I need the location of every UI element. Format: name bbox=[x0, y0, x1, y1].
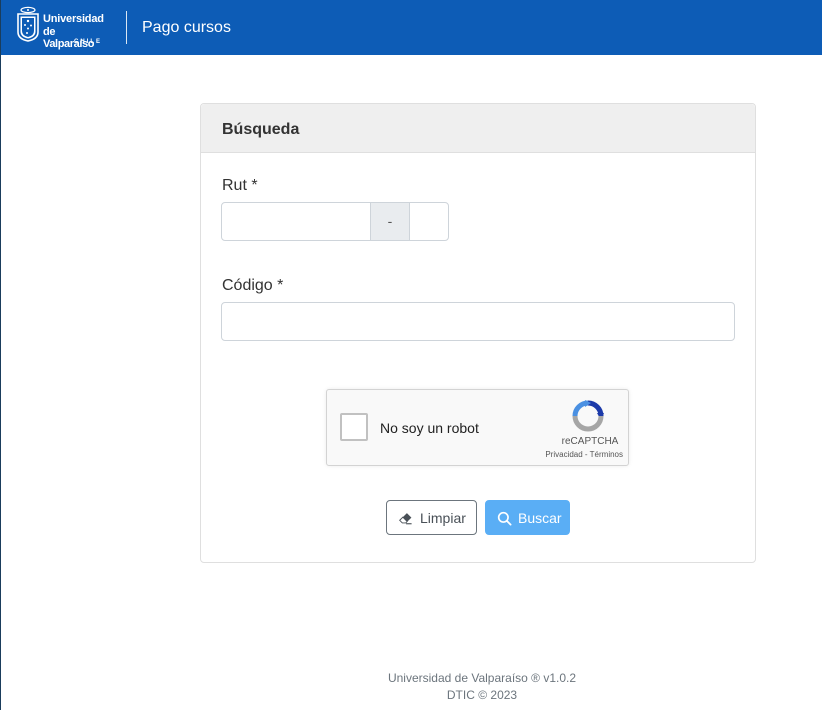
codigo-input[interactable] bbox=[221, 302, 735, 341]
recaptcha-label: No soy un robot bbox=[380, 420, 479, 436]
card-header: Búsqueda bbox=[201, 104, 755, 153]
clear-button-label: Limpiar bbox=[420, 510, 466, 526]
card-title: Búsqueda bbox=[222, 121, 300, 138]
eraser-icon bbox=[399, 513, 412, 525]
recaptcha-links[interactable]: Privacidad - Términos bbox=[533, 450, 623, 459]
navbar-divider bbox=[126, 11, 127, 44]
footer-version: Universidad de Valparaíso ® v1.0.2 bbox=[387, 671, 577, 685]
recaptcha-brand: reCAPTCHA bbox=[561, 436, 619, 447]
university-logo[interactable]: Universidad de Valparaíso CHILE bbox=[16, 5, 108, 50]
top-navbar: Universidad de Valparaíso CHILE Pago cur… bbox=[1, 0, 822, 55]
logo-text-line1: Universidad bbox=[43, 13, 104, 25]
recaptcha-checkbox[interactable] bbox=[340, 413, 368, 441]
recaptcha-icon bbox=[572, 400, 604, 432]
footer-copyright: DTIC © 2023 bbox=[446, 688, 518, 702]
search-button-label: Buscar bbox=[518, 510, 562, 526]
search-card: Búsqueda Rut * - Código * No soy un robo… bbox=[200, 103, 756, 563]
clear-button[interactable]: Limpiar bbox=[386, 500, 477, 535]
logo-text-line3: CHILE bbox=[74, 39, 102, 45]
rut-separator: - bbox=[370, 202, 410, 241]
page-footer: Universidad de Valparaíso ® v1.0.2 DTIC … bbox=[332, 670, 632, 704]
rut-label: Rut * bbox=[222, 177, 258, 194]
codigo-label: Código * bbox=[222, 277, 284, 294]
rut-dv-input[interactable] bbox=[409, 202, 449, 241]
rut-input[interactable] bbox=[221, 202, 371, 241]
logo-text-line2: de Valparaíso bbox=[43, 26, 95, 50]
app-title[interactable]: Pago cursos bbox=[142, 18, 231, 38]
search-button[interactable]: Buscar bbox=[485, 500, 570, 535]
recaptcha-widget: No soy un robot reCAPTCHA Privacidad - T… bbox=[326, 389, 629, 466]
rut-input-group: - bbox=[221, 202, 449, 241]
shield-logo-icon bbox=[17, 6, 39, 42]
search-icon bbox=[497, 511, 512, 526]
